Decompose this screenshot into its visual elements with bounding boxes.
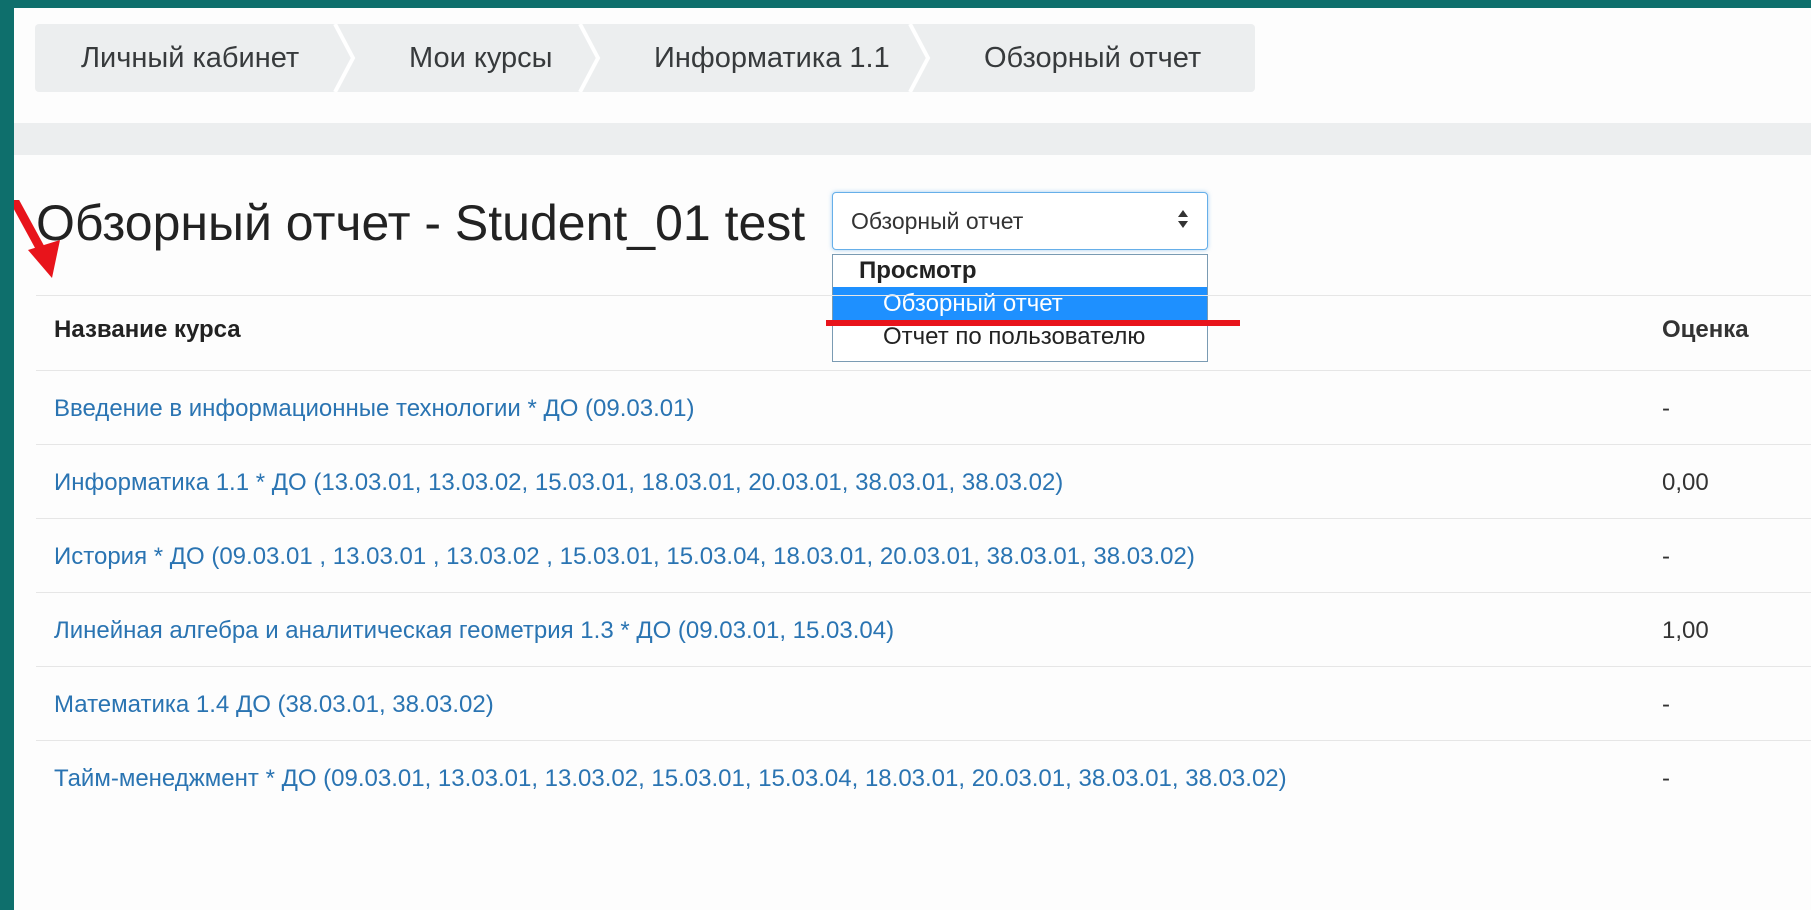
breadcrumb-label: Информатика 1.1 (654, 41, 890, 74)
breadcrumb-item-dashboard[interactable]: Личный кабинет (35, 24, 359, 92)
chevron-separator-icon (908, 24, 931, 92)
annotation-underline (826, 320, 1240, 326)
table-divider (36, 370, 1811, 371)
grade-value: 0,00 (1662, 469, 1709, 496)
course-link[interactable]: Линейная алгебра и аналитическая геометр… (54, 617, 894, 645)
grade-value: - (1662, 395, 1670, 422)
select-arrows-icon (1177, 208, 1189, 230)
table-divider (36, 666, 1811, 667)
table-divider (36, 592, 1811, 593)
course-link[interactable]: История * ДО (09.03.01 , 13.03.01 , 13.0… (54, 543, 1195, 571)
breadcrumb-label: Личный кабинет (81, 41, 300, 74)
course-link[interactable]: Введение в информационные технологии * Д… (54, 395, 694, 423)
course-link[interactable]: Тайм-менеджмент * ДО (09.03.01, 13.03.01… (54, 765, 1287, 793)
course-link[interactable]: Информатика 1.1 * ДО (13.03.01, 13.03.02… (54, 469, 1063, 497)
dropdown-option-overview[interactable]: Обзорный отчет (833, 287, 1207, 320)
breadcrumb-item-my-courses[interactable]: Мои курсы (359, 24, 604, 92)
breadcrumb: Личный кабинет Мои курсы Информатика 1.1… (35, 24, 1255, 92)
chevron-separator-icon (578, 24, 601, 92)
breadcrumb-label: Обзорный отчет (984, 41, 1202, 74)
breadcrumb-item-course[interactable]: Информатика 1.1 (604, 24, 934, 92)
dropdown-group-label: Просмотр (859, 257, 977, 284)
course-link[interactable]: Математика 1.4 ДО (38.03.01, 38.03.02) (54, 691, 494, 719)
grade-value: - (1662, 543, 1670, 570)
annotation-arrow-icon (14, 200, 60, 278)
grade-value: 1,00 (1662, 617, 1709, 644)
table-divider (36, 295, 1811, 296)
select-value: Обзорный отчет (851, 207, 1024, 234)
chevron-separator-icon (333, 24, 356, 92)
breadcrumb-label: Мои курсы (409, 41, 553, 74)
secondary-navbar (14, 123, 1811, 155)
page: Личный кабинет Мои курсы Информатика 1.1… (14, 8, 1811, 910)
report-type-dropdown: Просмотр Обзорный отчет Отчет по пользов… (832, 254, 1208, 362)
grade-value: - (1662, 691, 1670, 718)
report-type-select[interactable]: Обзорный отчет (832, 192, 1208, 250)
table-divider (36, 740, 1811, 741)
page-title: Обзорный отчет - Student_01 test (36, 195, 806, 251)
breadcrumb-item-current: Обзорный отчет (934, 24, 1255, 92)
table-divider (36, 444, 1811, 445)
column-header-grade[interactable]: Оценка (1662, 316, 1749, 344)
grade-value: - (1662, 765, 1670, 792)
column-header-course[interactable]: Название курса (54, 316, 241, 344)
table-divider (36, 518, 1811, 519)
